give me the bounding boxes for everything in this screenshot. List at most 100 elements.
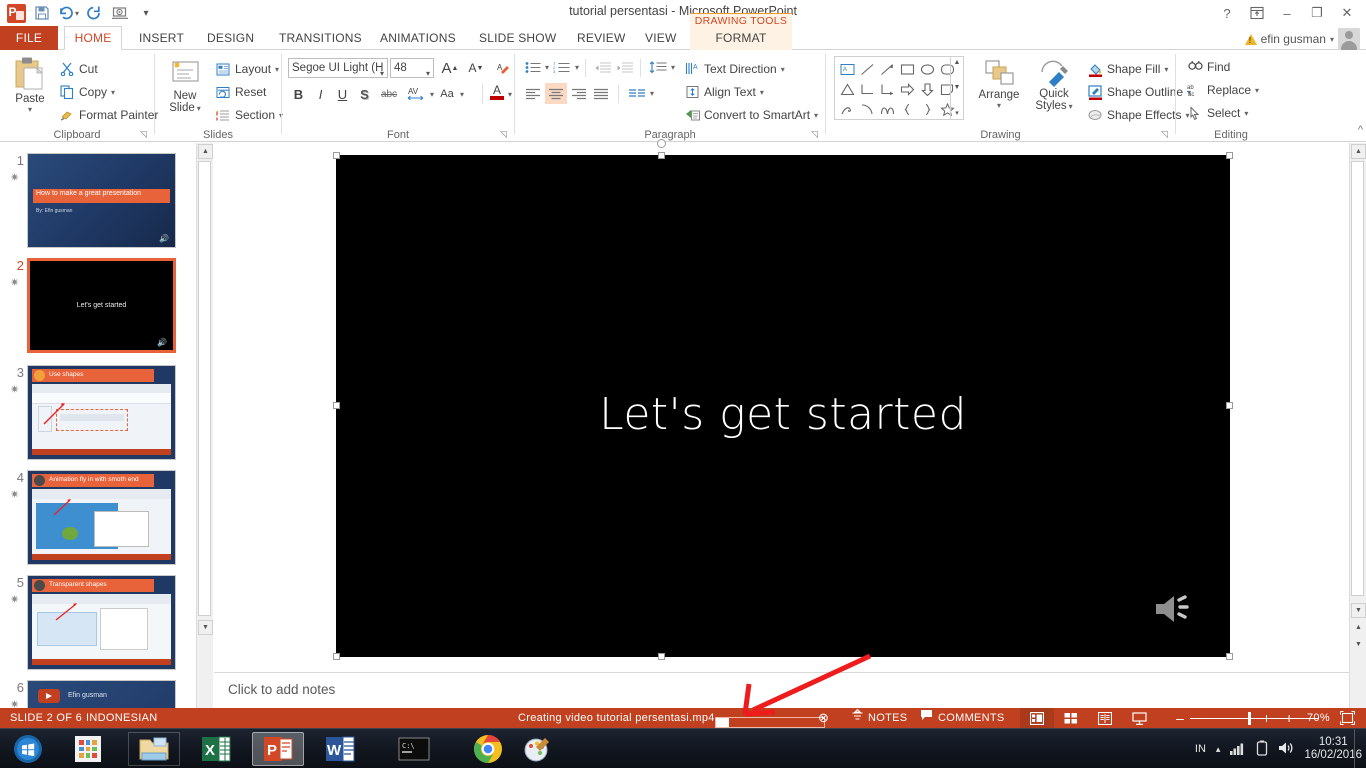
reset-button[interactable]: Reset <box>212 81 269 103</box>
strikethrough-button[interactable]: abc <box>376 84 402 104</box>
previous-slide-button[interactable]: ▲ <box>1351 620 1366 635</box>
text-direction-caret-icon[interactable]: ▾ <box>781 65 785 74</box>
zoom-out-button[interactable]: – <box>1176 708 1184 728</box>
gallery-scroll-down-icon[interactable]: ▼ <box>954 84 961 91</box>
quick-styles-caret-icon[interactable]: ▾ <box>1069 102 1073 111</box>
arrange-caret-icon[interactable]: ▾ <box>997 101 1001 110</box>
align-center-button[interactable] <box>545 83 567 104</box>
thumbnail-slide-1[interactable]: How to make a great presentation By: Efi… <box>27 153 176 248</box>
minimize-button[interactable]: – <box>1272 2 1302 24</box>
powerpoint-icon[interactable]: P <box>252 732 304 766</box>
language-indicator[interactable]: INDONESIAN <box>86 708 157 728</box>
shape-elbow-connector-icon[interactable] <box>857 79 877 99</box>
tab-design[interactable]: DESIGN <box>196 26 265 50</box>
gallery-scroll-up-icon[interactable]: ▲ <box>954 59 961 66</box>
font-name-caret-icon[interactable]: ▾ <box>380 65 384 77</box>
bullets-button[interactable] <box>523 58 543 77</box>
line-spacing-button[interactable] <box>647 58 669 77</box>
scroll-up-icon[interactable]: ▲ <box>1351 144 1366 159</box>
thumbnail-slide-4[interactable]: Animation fly in with smoth end <box>27 470 176 565</box>
close-button[interactable]: ✕ <box>1332 2 1362 24</box>
zoom-level-label[interactable]: 70% <box>1307 708 1330 728</box>
normal-view-button[interactable] <box>1020 708 1054 728</box>
cancel-task-button[interactable]: ⊗ <box>818 708 829 728</box>
slide-editing-stage[interactable]: Let's get started <box>214 139 1349 670</box>
slide-show-button[interactable] <box>1122 708 1156 728</box>
align-left-button[interactable] <box>523 84 543 103</box>
text-direction-button[interactable]: A Text Direction ▾ <box>681 58 788 80</box>
justify-button[interactable] <box>591 84 611 103</box>
thumbnail-slide-2[interactable]: Let's get started 🔊 <box>27 258 176 353</box>
numbering-button[interactable]: 123 <box>551 58 573 77</box>
collapse-ribbon-button[interactable]: ^ <box>1358 124 1363 136</box>
speaker-icon[interactable] <box>1150 587 1194 631</box>
clear-formatting-button[interactable]: A <box>492 58 513 78</box>
selection-handle-bottom-left[interactable] <box>333 653 340 660</box>
layout-button[interactable]: Layout ▾ <box>212 58 282 80</box>
word-icon[interactable]: W <box>314 732 366 766</box>
drawing-dialog-launcher[interactable]: ◹ <box>1161 129 1172 140</box>
thumbnail-slide-6[interactable]: Efin gusman <box>27 680 176 708</box>
quick-styles-button[interactable]: Quick Styles ▾ <box>1028 56 1080 112</box>
select-caret-icon[interactable]: ▾ <box>1244 109 1248 118</box>
account-name[interactable]: efin gusman <box>1261 32 1326 46</box>
apps-grid-icon[interactable] <box>62 732 114 766</box>
account-caret-icon[interactable]: ▾ <box>1330 35 1334 44</box>
avatar[interactable] <box>1338 28 1360 50</box>
line-spacing-caret-icon[interactable]: ▾ <box>671 63 675 72</box>
shape-curve-icon[interactable] <box>877 99 897 119</box>
paste-caret-icon[interactable]: ▾ <box>28 105 32 114</box>
numbering-caret-icon[interactable]: ▾ <box>575 63 579 72</box>
restore-button[interactable]: ❐ <box>1302 2 1332 24</box>
select-button[interactable]: Select ▾ <box>1184 102 1251 124</box>
slide-thumbnail-pane[interactable]: 1 ✷ How to make a great presentation By:… <box>0 143 196 708</box>
notes-toggle-button[interactable]: NOTES <box>852 708 907 728</box>
tab-insert[interactable]: INSERT <box>128 26 195 50</box>
layout-caret-icon[interactable]: ▾ <box>275 65 279 74</box>
thumbnail-row-2[interactable]: 2 ✷ Let's get started 🔊 <box>0 258 196 358</box>
account-area[interactable]: efin gusman ▾ <box>1244 28 1360 50</box>
slide-sorter-view-button[interactable] <box>1054 708 1088 728</box>
next-slide-button[interactable]: ▼ <box>1351 637 1366 652</box>
show-desktop-button[interactable] <box>1354 729 1362 768</box>
shape-textbox-icon[interactable]: A <box>837 59 857 79</box>
gallery-more-icon[interactable]: ▾ <box>955 109 959 117</box>
thumbnail-row-1[interactable]: 1 ✷ How to make a great presentation By:… <box>0 153 196 253</box>
selection-handle-top-right[interactable] <box>1226 152 1233 159</box>
paste-button[interactable]: Paste ▾ <box>6 56 54 114</box>
slide-title-text[interactable]: Let's get started <box>336 389 1230 440</box>
arrange-button[interactable]: Arrange ▾ <box>973 58 1025 110</box>
selection-handle-middle-right[interactable] <box>1226 402 1233 409</box>
shape-fill-caret-icon[interactable]: ▾ <box>1164 65 1168 74</box>
shape-left-brace-icon[interactable] <box>897 99 917 119</box>
columns-caret-icon[interactable]: ▾ <box>650 89 654 98</box>
notes-placeholder[interactable]: Click to add notes <box>228 682 335 697</box>
copy-button[interactable]: Copy ▾ <box>56 81 118 103</box>
thumbnail-scroll-down-icon[interactable]: ▼ <box>198 620 213 635</box>
shape-rectangle-icon[interactable] <box>897 59 917 79</box>
paragraph-dialog-launcher[interactable]: ◹ <box>811 129 822 140</box>
selection-handle-bottom-right[interactable] <box>1226 653 1233 660</box>
align-text-caret-icon[interactable]: ▾ <box>760 88 764 97</box>
change-case-caret-icon[interactable]: ▾ <box>460 90 464 99</box>
increase-indent-button[interactable] <box>614 58 634 77</box>
shape-triangle-icon[interactable] <box>837 79 857 99</box>
text-shadow-button[interactable]: S <box>354 84 375 104</box>
convert-to-smartart-button[interactable]: Convert to SmartArt ▾ <box>681 104 821 126</box>
find-button[interactable]: Find <box>1184 56 1233 78</box>
thumbnail-row-6[interactable]: 6 ✷ Efin gusman <box>0 680 196 708</box>
selection-handle-middle-left[interactable] <box>333 402 340 409</box>
tab-format[interactable]: FORMAT <box>690 26 792 50</box>
tab-file[interactable]: FILE <box>0 26 58 50</box>
selection-handle-top-left[interactable] <box>333 152 340 159</box>
tab-view[interactable]: VIEW <box>634 26 687 50</box>
bullets-caret-icon[interactable]: ▾ <box>545 63 549 72</box>
underline-button[interactable]: U <box>332 84 353 104</box>
thumbnail-slide-3[interactable]: Use shapes <box>27 365 176 460</box>
font-size-caret-icon[interactable]: ▾ <box>426 65 430 83</box>
file-explorer-icon[interactable] <box>128 732 180 766</box>
selection-handle-top-center[interactable] <box>658 152 665 159</box>
shape-arc-icon[interactable] <box>857 99 877 119</box>
font-size-combobox[interactable]: 48 ▾ <box>390 58 434 78</box>
rotation-handle[interactable] <box>657 139 666 148</box>
